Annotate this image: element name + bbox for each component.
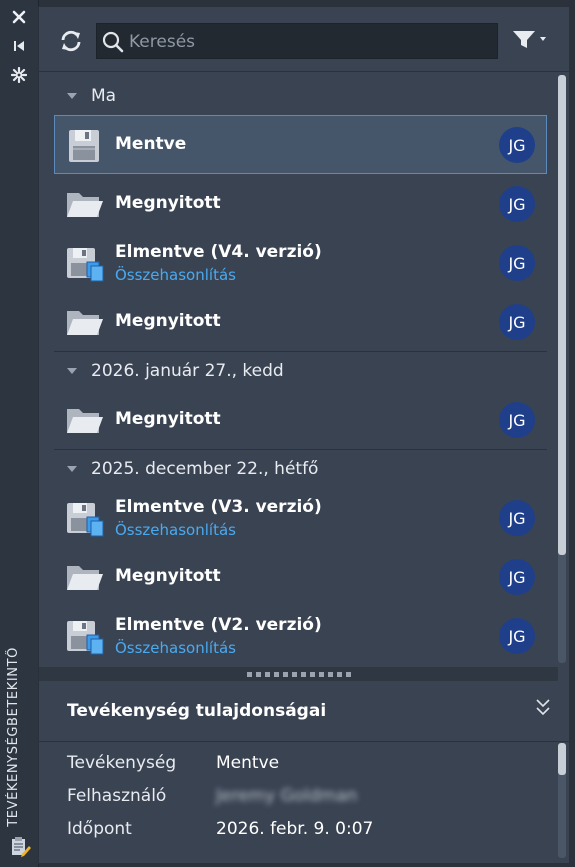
folder-open-icon [65,560,105,596]
search-input[interactable] [127,27,491,57]
folder-open-icon [65,403,105,439]
palette-side-strip: TEVÉKENYSÉGBETEKINTŐ [0,0,39,867]
activity-title: Megnyitott [115,409,221,429]
panel-splitter-handle[interactable] [39,667,558,681]
properties-header[interactable]: Tevékenység tulajdonságai [39,681,569,742]
activity-title: Elmentve (V4. verzió) [115,242,322,262]
user-avatar[interactable]: JG [499,500,535,536]
collapse-triangle-icon[interactable] [67,93,77,99]
group-label: 2026. január 27., kedd [91,361,284,381]
group-header[interactable]: 2026. január 27., kedd [54,352,547,390]
scrollbar-thumb[interactable] [558,75,566,555]
activity-item[interactable]: Elmentve (V3. verzió) Összehasonlítás JG [54,488,547,547]
settings-icon[interactable] [9,66,29,84]
group-label: 2025. december 22., hétfő [91,459,319,479]
group-header[interactable]: 2025. december 22., hétfő [54,450,547,488]
user-avatar[interactable]: JG [499,402,535,438]
property-value: 2026. febr. 9. 0:07 [216,819,374,839]
activity-item[interactable]: Megnyitott JG [54,174,547,233]
activity-item[interactable]: Megnyitott JG [54,547,547,606]
compare-link[interactable]: Összehasonlítás [115,639,236,657]
collapse-triangle-icon[interactable] [67,368,77,374]
user-avatar[interactable]: JG [499,304,535,340]
user-avatar[interactable]: JG [499,559,535,595]
activity-item[interactable]: Mentve JG [54,115,547,174]
search-box[interactable] [96,23,498,59]
save-version-icon [65,619,105,655]
activity-title: Mentve [115,134,187,154]
user-avatar[interactable]: JG [499,186,535,222]
user-avatar[interactable]: JG [499,618,535,654]
activity-title: Megnyitott [115,566,221,586]
palette-title: TEVÉKENYSÉGBETEKINTŐ [6,647,21,827]
activity-title: Megnyitott [115,311,221,331]
activity-title: Elmentve (V3. verzió) [115,497,322,517]
user-avatar[interactable]: JG [499,127,535,163]
collapse-triangle-icon[interactable] [67,466,77,472]
activity-item[interactable]: Megnyitott JG [54,292,547,351]
activity-list-scrollbar[interactable] [558,75,566,663]
properties-list: Tevékenység Mentve Felhasználó Jeremy Goldm… [39,747,569,846]
search-icon [101,30,125,58]
activity-insights-panel: MaMentveJGMegnyitottJGElmentve (V4. verz… [38,6,570,864]
property-row: Tevékenység Mentve [39,747,569,780]
compare-link[interactable]: Összehasonlítás [115,521,236,539]
collapse-chevron-icon[interactable] [535,697,551,723]
clipboard-edit-icon [9,835,31,861]
save-version-icon [65,501,105,537]
save-disk-icon [65,128,105,164]
properties-scrollbar[interactable] [558,743,566,858]
activity-title: Elmentve (V2. verzió) [115,615,322,635]
group-header[interactable]: Ma [54,77,547,115]
toolbar [39,7,569,72]
activity-item[interactable]: Megnyitott JG [54,390,547,449]
properties-title: Tevékenység tulajdonságai [67,701,327,721]
refresh-icon[interactable] [58,29,84,57]
property-key: Időpont [67,819,132,839]
folder-open-icon [65,305,105,341]
user-avatar[interactable]: JG [499,245,535,281]
property-key: Felhasználó [67,786,167,806]
scrollbar-thumb[interactable] [558,743,566,775]
compare-link[interactable]: Összehasonlítás [115,266,236,284]
save-version-icon [65,246,105,282]
property-value: Jeremy Goldman [216,786,358,806]
property-key: Tevékenység [67,753,177,773]
activity-item[interactable]: Elmentve (V2. verzió) Összehasonlítás JG [54,606,547,665]
property-row: Időpont 2026. febr. 9. 0:07 [39,813,569,846]
activity-list: Ma Mentve JG Megnyitott JG Elmentve (V4. verz… [54,77,547,667]
activity-item[interactable]: Elmentve (V4. verzió) Összehasonlítás JG [54,233,547,292]
folder-open-icon [65,187,105,223]
group-label: Ma [91,86,117,106]
property-value: Mentve [216,753,280,773]
filter-dropdown-icon[interactable] [511,29,551,55]
activity-title: Megnyitott [115,193,221,213]
close-icon[interactable] [9,8,29,26]
property-row: Felhasználó Jeremy Goldman [39,780,569,813]
auto-hide-icon[interactable] [9,37,29,55]
